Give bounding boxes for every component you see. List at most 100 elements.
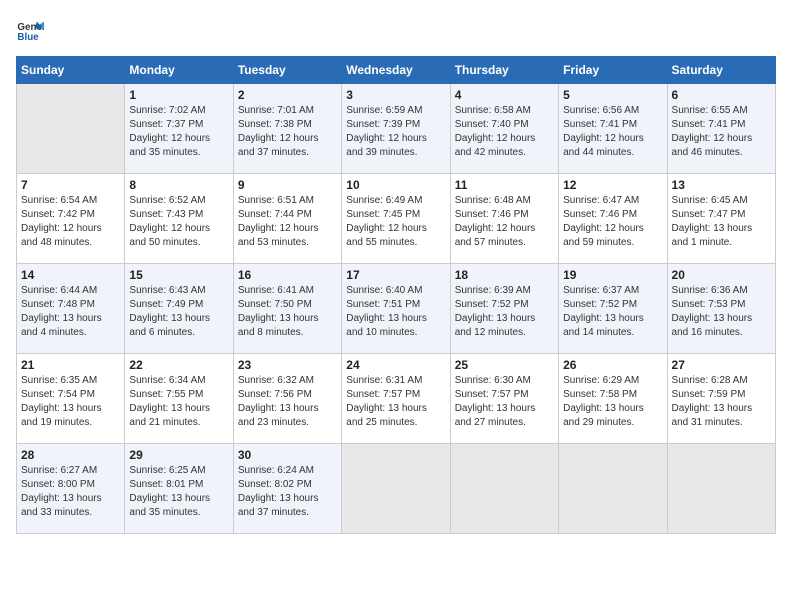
- day-number: 10: [346, 178, 445, 192]
- weekday-header: Saturday: [667, 57, 775, 84]
- day-info: Sunrise: 6:52 AMSunset: 7:43 PMDaylight:…: [129, 194, 228, 250]
- day-info: Sunrise: 6:39 AMSunset: 7:52 PMDaylight:…: [455, 284, 554, 340]
- day-number: 14: [21, 268, 120, 282]
- calendar-week-row: 1Sunrise: 7:02 AMSunset: 7:37 PMDaylight…: [17, 84, 776, 174]
- calendar-cell: 24 Sunrise: 6:31 AMSunset: 7:57 PMDayligh…: [342, 354, 450, 444]
- day-info: Sunrise: 6:32 AMSunset: 7:56 PMDaylight:…: [238, 374, 337, 430]
- day-info: Sunrise: 6:49 AMSunset: 7:45 PMDaylight:…: [346, 194, 445, 250]
- day-number: 18: [455, 268, 554, 282]
- day-number: 24: [346, 358, 445, 372]
- day-number: 11: [455, 178, 554, 192]
- day-number: 19: [563, 268, 662, 282]
- calendar-cell: 9 Sunrise: 6:51 AMSunset: 7:44 PMDaylight…: [233, 174, 341, 264]
- calendar-cell: 8 Sunrise: 6:52 AMSunset: 7:43 PMDaylight…: [125, 174, 233, 264]
- day-number: 27: [672, 358, 771, 372]
- calendar-cell: 27 Sunrise: 6:28 AMSunset: 7:59 PMDayligh…: [667, 354, 775, 444]
- calendar-cell: 20 Sunrise: 6:36 AMSunset: 7:53 PMDayligh…: [667, 264, 775, 354]
- day-number: 13: [672, 178, 771, 192]
- day-info: Sunrise: 6:31 AMSunset: 7:57 PMDaylight:…: [346, 374, 445, 430]
- day-number: 16: [238, 268, 337, 282]
- day-number: 29: [129, 448, 228, 462]
- logo: General Blue: [16, 16, 44, 44]
- day-info: Sunrise: 6:56 AMSunset: 7:41 PMDaylight:…: [563, 104, 662, 160]
- calendar-cell: 23 Sunrise: 6:32 AMSunset: 7:56 PMDayligh…: [233, 354, 341, 444]
- day-number: 5: [563, 88, 662, 102]
- day-info: Sunrise: 6:58 AMSunset: 7:40 PMDaylight:…: [455, 104, 554, 160]
- calendar-cell: [667, 444, 775, 534]
- calendar-cell: 22 Sunrise: 6:34 AMSunset: 7:55 PMDayligh…: [125, 354, 233, 444]
- calendar-week-row: 14 Sunrise: 6:44 AMSunset: 7:48 PMDayligh…: [17, 264, 776, 354]
- day-number: 9: [238, 178, 337, 192]
- day-info: Sunrise: 6:55 AMSunset: 7:41 PMDaylight:…: [672, 104, 771, 160]
- day-info: Sunrise: 6:30 AMSunset: 7:57 PMDaylight:…: [455, 374, 554, 430]
- calendar-cell: 21Sunrise: 6:35 AMSunset: 7:54 PMDayligh…: [17, 354, 125, 444]
- calendar-cell: 5 Sunrise: 6:56 AMSunset: 7:41 PMDaylight…: [559, 84, 667, 174]
- day-info: Sunrise: 6:45 AMSunset: 7:47 PMDaylight:…: [672, 194, 771, 250]
- day-number: 1: [129, 88, 228, 102]
- calendar-cell: 6 Sunrise: 6:55 AMSunset: 7:41 PMDaylight…: [667, 84, 775, 174]
- calendar-cell: 25Sunrise: 6:30 AMSunset: 7:57 PMDayligh…: [450, 354, 558, 444]
- day-number: 23: [238, 358, 337, 372]
- calendar-cell: 26 Sunrise: 6:29 AMSunset: 7:58 PMDayligh…: [559, 354, 667, 444]
- day-info: Sunrise: 6:28 AMSunset: 7:59 PMDaylight:…: [672, 374, 771, 430]
- day-info: Sunrise: 6:41 AMSunset: 7:50 PMDaylight:…: [238, 284, 337, 340]
- calendar-cell: 3 Sunrise: 6:59 AMSunset: 7:39 PMDaylight…: [342, 84, 450, 174]
- page-header: General Blue: [16, 16, 776, 44]
- day-number: 28: [21, 448, 120, 462]
- day-info: Sunrise: 6:37 AMSunset: 7:52 PMDaylight:…: [563, 284, 662, 340]
- weekday-header-row: SundayMondayTuesdayWednesdayThursdayFrid…: [17, 57, 776, 84]
- calendar-cell: 18 Sunrise: 6:39 AMSunset: 7:52 PMDayligh…: [450, 264, 558, 354]
- day-number: 7: [21, 178, 120, 192]
- day-info: Sunrise: 6:40 AMSunset: 7:51 PMDaylight:…: [346, 284, 445, 340]
- day-info: Sunrise: 6:44 AMSunset: 7:48 PMDaylight:…: [21, 284, 120, 340]
- day-number: 4: [455, 88, 554, 102]
- calendar-cell: 16 Sunrise: 6:41 AMSunset: 7:50 PMDayligh…: [233, 264, 341, 354]
- day-info: Sunrise: 6:34 AMSunset: 7:55 PMDaylight:…: [129, 374, 228, 430]
- day-number: 6: [672, 88, 771, 102]
- calendar-cell: 2 Sunrise: 7:01 AMSunset: 7:38 PMDaylight…: [233, 84, 341, 174]
- day-number: 20: [672, 268, 771, 282]
- day-info: Sunrise: 6:59 AMSunset: 7:39 PMDaylight:…: [346, 104, 445, 160]
- day-info: Sunrise: 7:01 AMSunset: 7:38 PMDaylight:…: [238, 104, 337, 160]
- day-number: 8: [129, 178, 228, 192]
- calendar-cell: 7 Sunrise: 6:54 AMSunset: 7:42 PMDaylight…: [17, 174, 125, 264]
- day-number: 15: [129, 268, 228, 282]
- day-info: Sunrise: 6:51 AMSunset: 7:44 PMDaylight:…: [238, 194, 337, 250]
- svg-text:Blue: Blue: [17, 32, 39, 43]
- day-info: Sunrise: 6:29 AMSunset: 7:58 PMDaylight:…: [563, 374, 662, 430]
- day-number: 3: [346, 88, 445, 102]
- weekday-header: Wednesday: [342, 57, 450, 84]
- calendar-cell: [450, 444, 558, 534]
- day-info: Sunrise: 6:24 AMSunset: 8:02 PMDaylight:…: [238, 464, 337, 520]
- calendar-cell: 13 Sunrise: 6:45 AMSunset: 7:47 PMDayligh…: [667, 174, 775, 264]
- day-number: 22: [129, 358, 228, 372]
- day-info: Sunrise: 6:25 AMSunset: 8:01 PMDaylight:…: [129, 464, 228, 520]
- calendar-cell: 15 Sunrise: 6:43 AMSunset: 7:49 PMDayligh…: [125, 264, 233, 354]
- day-number: 12: [563, 178, 662, 192]
- calendar-cell: 12Sunrise: 6:47 AMSunset: 7:46 PMDayligh…: [559, 174, 667, 264]
- calendar-cell: 14 Sunrise: 6:44 AMSunset: 7:48 PMDayligh…: [17, 264, 125, 354]
- calendar-cell: 4 Sunrise: 6:58 AMSunset: 7:40 PMDaylight…: [450, 84, 558, 174]
- calendar-cell: 30 Sunrise: 6:24 AMSunset: 8:02 PMDayligh…: [233, 444, 341, 534]
- day-number: 30: [238, 448, 337, 462]
- day-number: 17: [346, 268, 445, 282]
- day-info: Sunrise: 6:48 AMSunset: 7:46 PMDaylight:…: [455, 194, 554, 250]
- calendar-week-row: 7 Sunrise: 6:54 AMSunset: 7:42 PMDaylight…: [17, 174, 776, 264]
- day-info: Sunrise: 6:43 AMSunset: 7:49 PMDaylight:…: [129, 284, 228, 340]
- day-number: 21: [21, 358, 120, 372]
- weekday-header: Thursday: [450, 57, 558, 84]
- day-number: 2: [238, 88, 337, 102]
- calendar-cell: 19 Sunrise: 6:37 AMSunset: 7:52 PMDayligh…: [559, 264, 667, 354]
- weekday-header: Sunday: [17, 57, 125, 84]
- calendar-cell: 1Sunrise: 7:02 AMSunset: 7:37 PMDaylight…: [125, 84, 233, 174]
- day-info: Sunrise: 6:36 AMSunset: 7:53 PMDaylight:…: [672, 284, 771, 340]
- day-number: 26: [563, 358, 662, 372]
- calendar-cell: 11 Sunrise: 6:48 AMSunset: 7:46 PMDayligh…: [450, 174, 558, 264]
- calendar-cell: [17, 84, 125, 174]
- day-info: Sunrise: 6:54 AMSunset: 7:42 PMDaylight:…: [21, 194, 120, 250]
- calendar-cell: [342, 444, 450, 534]
- calendar-cell: 10 Sunrise: 6:49 AMSunset: 7:45 PMDayligh…: [342, 174, 450, 264]
- calendar-week-row: 28Sunrise: 6:27 AMSunset: 8:00 PMDayligh…: [17, 444, 776, 534]
- logo-icon: General Blue: [16, 16, 44, 44]
- calendar-cell: 17 Sunrise: 6:40 AMSunset: 7:51 PMDayligh…: [342, 264, 450, 354]
